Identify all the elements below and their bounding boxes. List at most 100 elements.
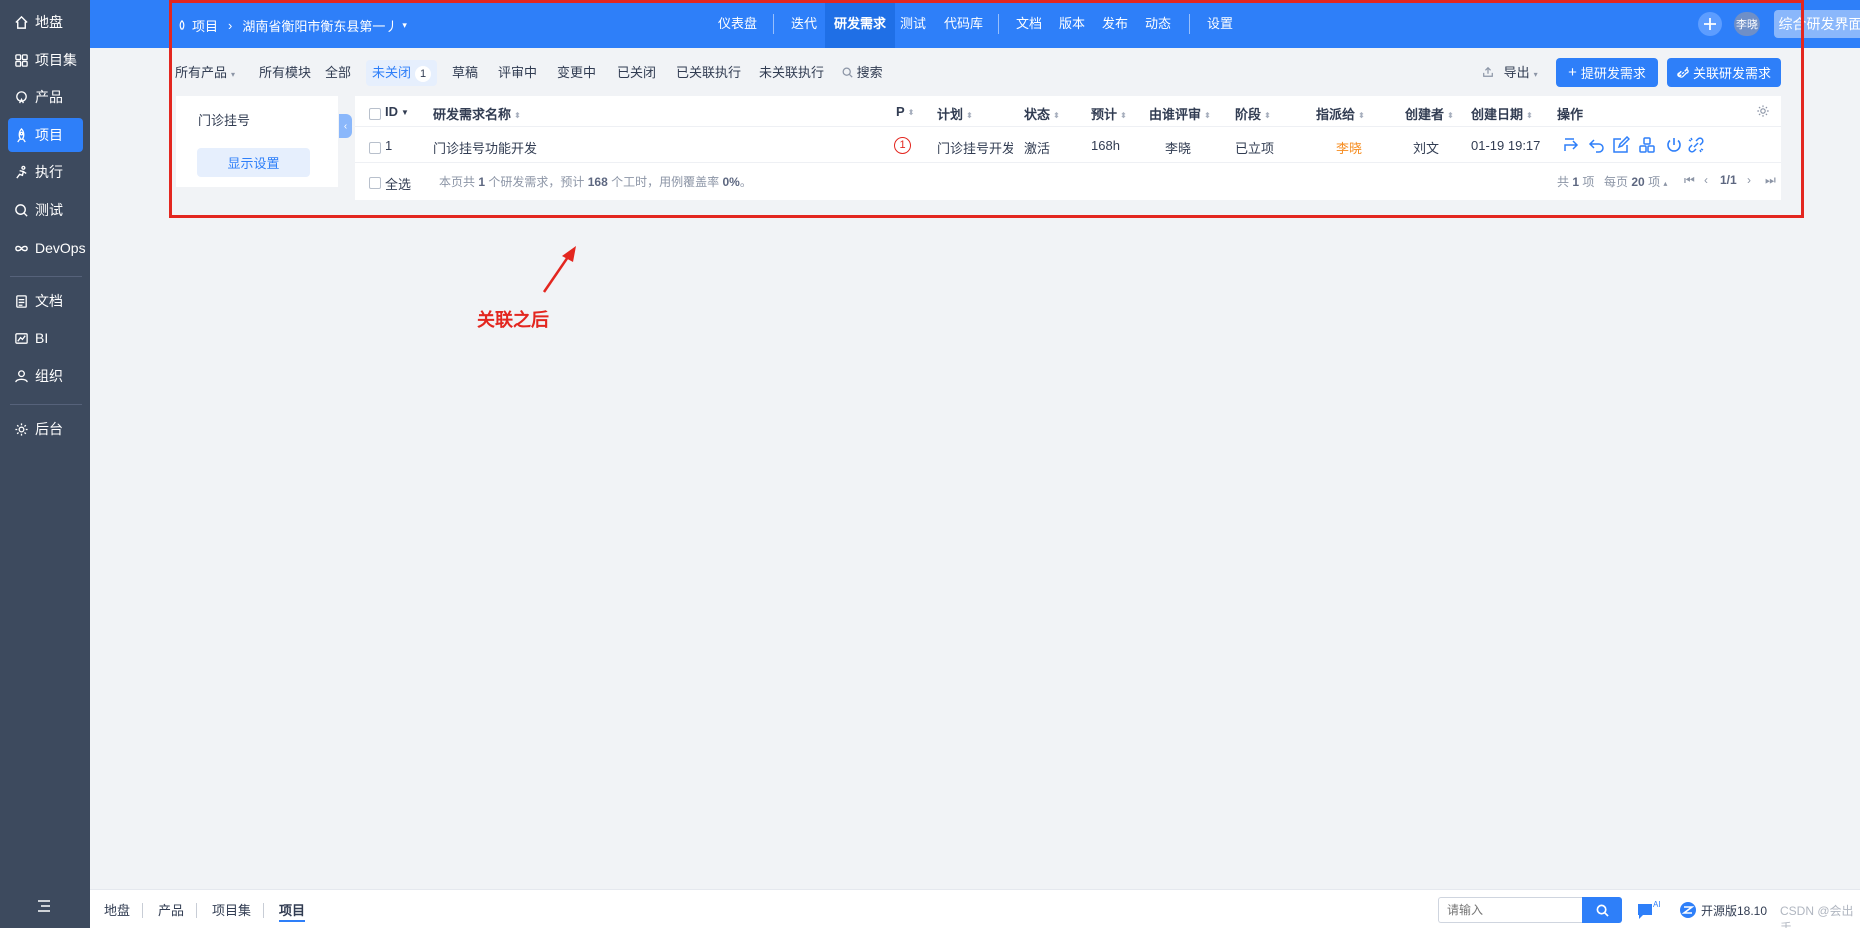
nav-separator: [773, 14, 774, 34]
prev-page-button[interactable]: ‹: [1704, 173, 1708, 187]
sidebar-item-program[interactable]: 项目集: [8, 43, 83, 77]
collapse-panel-button[interactable]: ‹: [339, 114, 352, 138]
sidebar-item-test[interactable]: 测试: [8, 193, 83, 227]
link-story-button[interactable]: 关联研发需求: [1667, 58, 1781, 87]
summary-count: 1: [478, 175, 486, 189]
ai-chat-icon[interactable]: AI: [1636, 899, 1664, 921]
nav-release[interactable]: 发布: [1093, 0, 1137, 48]
column-header-id[interactable]: ID ▼: [385, 104, 409, 119]
nav-doc[interactable]: 文档: [1007, 0, 1051, 48]
column-header-priority[interactable]: P ⬍: [896, 104, 914, 119]
tab-unclosed[interactable]: 未关闭 1: [366, 60, 438, 86]
column-label: 由谁评审: [1149, 107, 1202, 122]
sort-icon: ⬍: [907, 107, 915, 117]
global-search-button[interactable]: [1582, 897, 1622, 923]
cell-stage: 已立项: [1235, 141, 1275, 156]
create-story-button[interactable]: + 提研发需求: [1556, 58, 1658, 87]
bottom-tab-project[interactable]: 项目: [279, 900, 306, 922]
undo-icon[interactable]: [1588, 136, 1606, 154]
cell-plan[interactable]: 门诊挂号开发计: [937, 138, 1013, 157]
cell-status: 激活: [1024, 141, 1051, 156]
sidebar-item-devops[interactable]: DevOps: [8, 231, 86, 265]
tab-linked-execution[interactable]: 已关联执行: [670, 60, 747, 86]
search-icon: [1596, 904, 1609, 917]
avatar[interactable]: 李晓: [1734, 12, 1760, 36]
version-info[interactable]: 开源版18.10: [1679, 901, 1767, 919]
column-header-assignee[interactable]: 指派给 ⬍: [1316, 104, 1365, 123]
last-page-button[interactable]: ⏭: [1765, 173, 1776, 188]
nav-dashboard[interactable]: 仪表盘: [709, 0, 766, 48]
module-name[interactable]: 门诊挂号: [198, 110, 250, 129]
breadcrumb-root[interactable]: 项目: [192, 16, 218, 35]
tab-changing[interactable]: 变更中: [551, 60, 602, 86]
cell-assignee[interactable]: 李晓: [1336, 138, 1362, 157]
nav-repo[interactable]: 代码库: [935, 0, 992, 48]
search-label: 搜索: [856, 65, 883, 80]
module-filter[interactable]: 所有模块: [253, 60, 317, 86]
menu-collapse-icon[interactable]: [36, 898, 52, 914]
column-header-plan[interactable]: 计划 ⬍: [937, 104, 973, 123]
change-icon[interactable]: [1562, 136, 1580, 154]
export-label: 导出: [1503, 65, 1530, 80]
create-plus-button[interactable]: [1698, 12, 1722, 36]
sidebar-item-bi[interactable]: BI: [8, 321, 83, 355]
select-all-header-checkbox[interactable]: [369, 108, 381, 120]
breakdown-icon[interactable]: [1638, 136, 1656, 154]
bi-icon: [15, 332, 28, 344]
tab-closed[interactable]: 已关闭: [611, 60, 662, 86]
tab-unlinked-execution[interactable]: 未关联执行: [753, 60, 830, 86]
chevron-down-icon[interactable]: ▾: [402, 20, 407, 31]
column-header-stage[interactable]: 阶段 ⬍: [1235, 104, 1271, 123]
cell-reviewer: 李晓: [1165, 141, 1192, 156]
nav-build[interactable]: 版本: [1050, 0, 1094, 48]
cell-story-name[interactable]: 门诊挂号功能开发: [433, 138, 537, 157]
tab-all[interactable]: 全部: [319, 60, 357, 86]
bottom-tab-dashboard[interactable]: 地盘: [104, 900, 130, 919]
search-toggle[interactable]: 搜索: [836, 60, 889, 86]
nav-settings[interactable]: 设置: [1198, 0, 1242, 48]
gear-icon[interactable]: [1756, 104, 1770, 118]
select-all-label[interactable]: 全选: [385, 174, 411, 193]
sidebar-item-doc[interactable]: 文档: [8, 284, 83, 318]
sidebar-item-admin[interactable]: 后台: [8, 412, 83, 446]
display-settings-button[interactable]: 显示设置: [197, 148, 310, 177]
link-icon: [1677, 66, 1689, 78]
bottom-tab-product[interactable]: 产品: [158, 900, 184, 919]
select-all-checkbox[interactable]: [369, 177, 381, 189]
bottom-separator: [142, 903, 143, 918]
page-indicator-text: 1/1: [1720, 173, 1737, 187]
nav-iteration[interactable]: 迭代: [782, 0, 826, 48]
nav-dynamic[interactable]: 动态: [1136, 0, 1180, 48]
export-button[interactable]: 导出 ▾: [1476, 60, 1544, 86]
tab-draft[interactable]: 草稿: [446, 60, 484, 86]
nav-story[interactable]: 研发需求: [825, 0, 896, 48]
global-search-input[interactable]: [1438, 897, 1582, 923]
edit-icon[interactable]: [1612, 136, 1630, 154]
switch-interface-button[interactable]: 综合研发界面: [1774, 10, 1860, 38]
tab-reviewing[interactable]: 评审中: [492, 60, 543, 86]
sidebar-item-org[interactable]: 组织: [8, 359, 83, 393]
row-checkbox[interactable]: [369, 142, 381, 154]
sidebar-item-label: 项目集: [35, 52, 77, 68]
nav-test[interactable]: 测试: [891, 0, 935, 48]
first-page-button[interactable]: ⏮: [1684, 173, 1695, 188]
unlink-icon[interactable]: [1687, 136, 1705, 154]
column-header-estimate[interactable]: 预计 ⬍: [1091, 104, 1127, 123]
breadcrumb-project[interactable]: 湖南省衡阳市衡东县第一丿: [242, 16, 398, 35]
sidebar-item-project[interactable]: 项目: [8, 118, 83, 152]
sidebar-item-execution[interactable]: 执行: [8, 155, 83, 189]
column-header-created-date[interactable]: 创建日期 ⬍: [1471, 104, 1533, 123]
column-header-name[interactable]: 研发需求名称 ⬍: [433, 104, 521, 123]
column-header-reviewer[interactable]: 由谁评审 ⬍: [1149, 104, 1211, 123]
cell-id: 1: [385, 138, 393, 153]
product-filter[interactable]: 所有产品 ▾: [169, 60, 241, 86]
sidebar-item-dashboard[interactable]: 地盘: [8, 5, 83, 39]
sidebar-item-product[interactable]: 产品: [8, 80, 83, 114]
pager-per-page[interactable]: 每页 20 项 ▴: [1604, 173, 1667, 190]
power-close-icon[interactable]: [1665, 136, 1683, 154]
next-page-button[interactable]: ›: [1747, 173, 1751, 187]
bottom-tab-program[interactable]: 项目集: [212, 900, 251, 919]
column-header-creator[interactable]: 创建者 ⬍: [1405, 104, 1454, 123]
column-header-status[interactable]: 状态 ⬍: [1024, 104, 1060, 123]
svg-text:AI: AI: [1653, 900, 1661, 909]
